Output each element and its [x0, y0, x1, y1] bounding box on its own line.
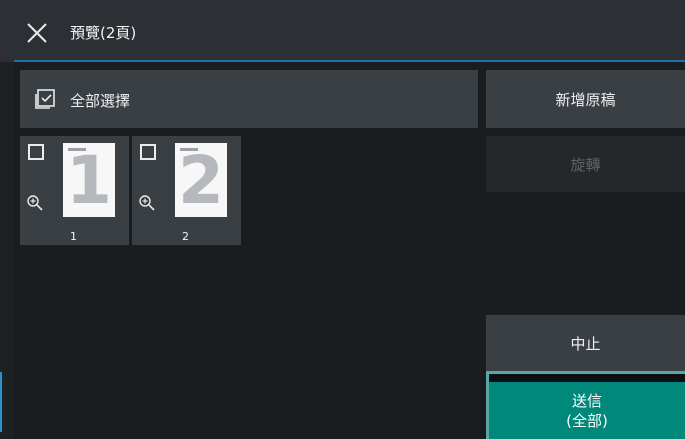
page-thumbnail-1[interactable]: 1 1 — [20, 136, 129, 245]
page-preview-image: 1 — [63, 143, 115, 217]
page-number: 1 — [70, 230, 77, 243]
send-all-button[interactable]: 送信 (全部) — [486, 371, 685, 439]
send-scope-label: (全部) — [566, 411, 608, 430]
page-title: 預覽(2頁) — [70, 24, 137, 42]
page-preview-digit: 2 — [178, 142, 224, 219]
close-button[interactable] — [24, 20, 50, 46]
zoom-in-icon[interactable] — [138, 194, 156, 212]
select-all-label: 全部選擇 — [70, 92, 131, 110]
page-preview-digit: 1 — [66, 142, 112, 219]
zoom-in-icon[interactable] — [26, 194, 44, 212]
stop-button[interactable]: 中止 — [486, 315, 685, 371]
thumbnail-checkbox[interactable] — [140, 144, 156, 160]
title-bar: 預覽(2頁) — [0, 0, 685, 62]
page-thumbnail-2[interactable]: 2 2 — [132, 136, 241, 245]
select-all-button[interactable]: 全部選擇 — [20, 70, 478, 128]
left-edge-indicator — [0, 372, 2, 432]
page-preview-image: 2 — [175, 143, 227, 217]
send-label: 送信 — [571, 391, 602, 410]
page-number: 2 — [182, 230, 189, 243]
thumbnail-checkbox[interactable] — [28, 144, 44, 160]
add-original-button[interactable]: 新增原稿 — [486, 70, 685, 128]
checkbox-checked-icon — [35, 89, 55, 109]
rotate-button[interactable]: 旋轉 — [486, 136, 685, 192]
close-icon — [27, 23, 47, 43]
send-button-top-bar — [489, 374, 685, 382]
